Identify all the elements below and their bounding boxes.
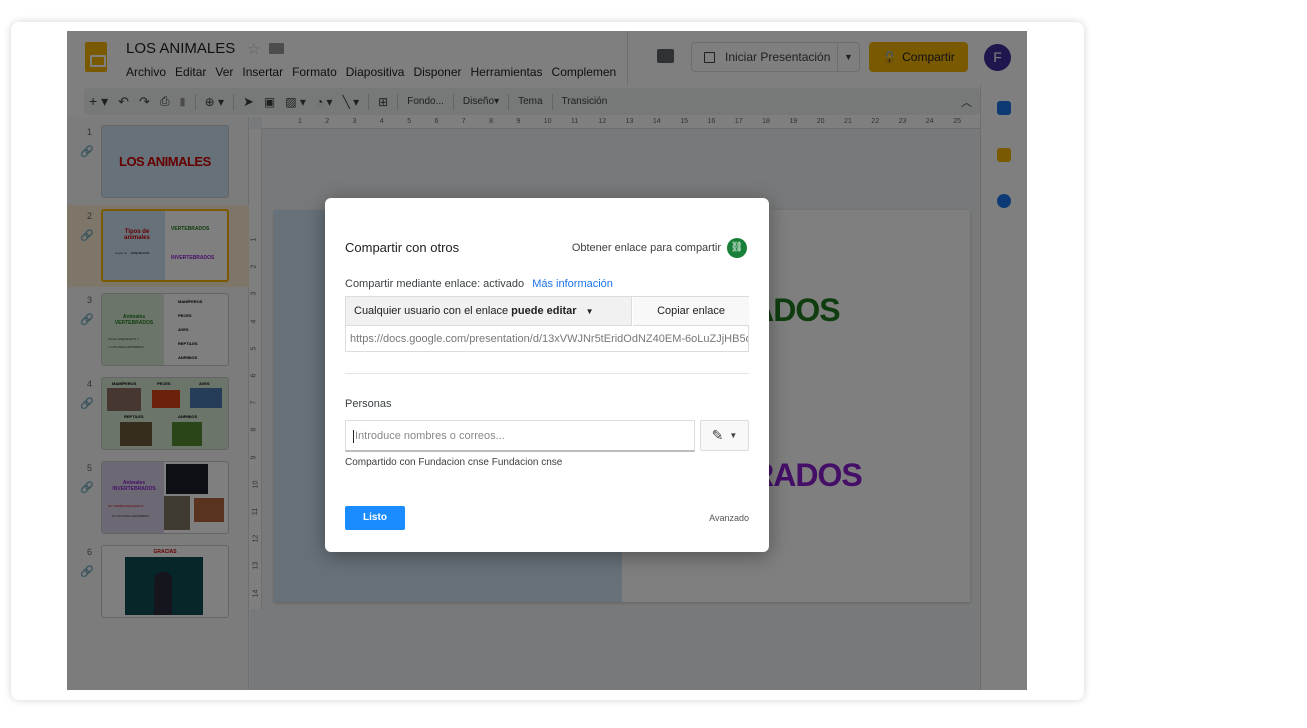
link-settings-box: Cualquier usuario con el enlace puede ed… [345, 296, 749, 352]
advanced-link[interactable]: Avanzado [709, 513, 749, 523]
share-dialog: Compartir con otros Obtener enlace para … [325, 198, 769, 552]
get-link-button[interactable]: Obtener enlace para compartir ⛓ [572, 238, 747, 258]
permission-role-button[interactable]: ✎ ▼ [700, 420, 749, 451]
get-link-label: Obtener enlace para compartir [571, 242, 721, 254]
link-sharing-status: Compartir mediante enlace: activado Más … [345, 278, 613, 290]
shared-with-text: Compartido con Fundacion cnse Fundacion … [345, 457, 563, 468]
people-input[interactable]: Introduce nombres o correos... [345, 420, 695, 452]
caret-down-icon: ▼ [585, 307, 594, 316]
link-icon[interactable]: ⛓ [727, 238, 747, 258]
share-status-text: Compartir mediante enlace: activado [345, 278, 525, 290]
permission-dropdown[interactable]: Cualquier usuario con el enlace puede ed… [346, 297, 632, 326]
share-url-field[interactable]: https://docs.google.com/presentation/d/1… [346, 327, 748, 351]
pencil-icon: ✎ [711, 427, 724, 443]
dialog-title: Compartir con otros [345, 240, 460, 255]
caret-down-icon: ▼ [729, 431, 738, 440]
more-info-link[interactable]: Más información [532, 278, 613, 290]
permission-level: puede editar [511, 305, 577, 317]
divider [345, 373, 749, 374]
people-label: Personas [345, 398, 392, 410]
permission-prefix: Cualquier usuario con el enlace [354, 305, 509, 317]
copy-link-button[interactable]: Copiar enlace [633, 297, 749, 326]
done-button[interactable]: Listo [345, 506, 405, 530]
